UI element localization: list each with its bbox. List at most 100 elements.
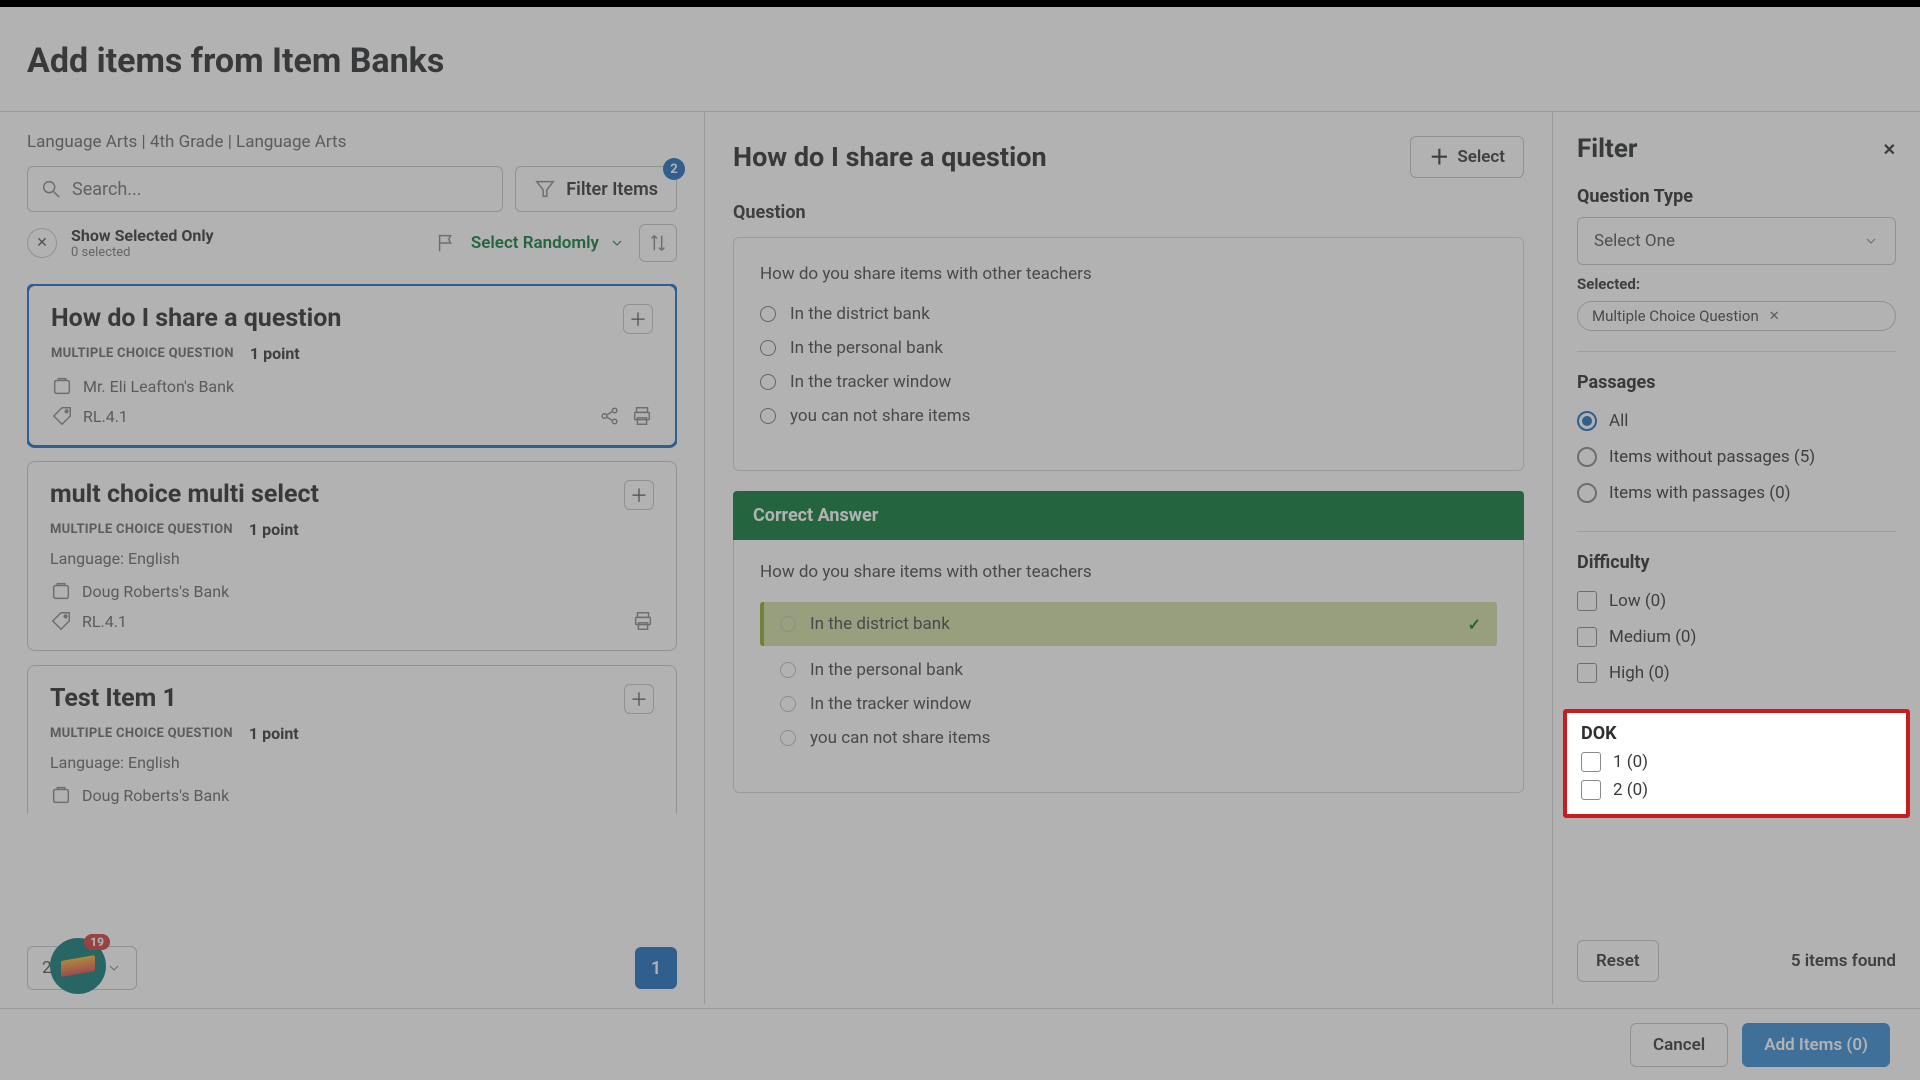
fab-badge: 19 xyxy=(84,934,110,950)
chevron-down-icon xyxy=(106,960,122,976)
breadcrumb: Language Arts | 4th Grade | Language Art… xyxy=(27,132,677,152)
filter-chip[interactable]: Multiple Choice Question ✕ xyxy=(1577,301,1896,331)
radio-icon xyxy=(760,340,776,356)
radio-icon xyxy=(760,306,776,322)
print-icon[interactable] xyxy=(632,610,654,632)
passages-option-with[interactable]: Items with passages (0) xyxy=(1577,483,1896,503)
select-random-label: Select Randomly xyxy=(471,233,599,253)
radio-icon xyxy=(1577,447,1597,467)
answer-option: In the tracker window xyxy=(780,694,1497,714)
radio-icon xyxy=(780,616,796,632)
checkbox-icon xyxy=(1581,752,1601,772)
passages-option-all[interactable]: All xyxy=(1577,411,1896,431)
add-items-button[interactable]: Add Items (0) xyxy=(1742,1023,1890,1067)
filter-panel: Filter ✕ Question Type Select One Select… xyxy=(1553,112,1920,1004)
filter-badge: 2 xyxy=(663,158,685,180)
bank-icon xyxy=(50,580,72,602)
filter-items-label: Filter Items xyxy=(566,179,658,200)
question-option[interactable]: you can not share items xyxy=(760,406,1497,426)
radio-icon xyxy=(1577,483,1597,503)
tag-icon xyxy=(50,610,72,632)
radio-icon xyxy=(780,696,796,712)
page-title: Add items from Item Banks xyxy=(0,7,1920,111)
difficulty-option-low[interactable]: Low (0) xyxy=(1577,591,1896,611)
selected-count: 0 selected xyxy=(71,245,214,260)
passages-option-without[interactable]: Items without passages (5) xyxy=(1577,447,1896,467)
item-title: Test Item 1 xyxy=(50,684,177,713)
select-randomly-button[interactable]: Select Randomly xyxy=(471,233,625,253)
dok-option-1[interactable]: 1 (0) xyxy=(1581,752,1892,772)
sort-button[interactable] xyxy=(639,224,677,262)
filter-icon xyxy=(534,178,556,200)
dok-option-2[interactable]: 2 (0) xyxy=(1581,780,1892,800)
bank-icon xyxy=(50,784,72,806)
chip-label: Multiple Choice Question xyxy=(1592,307,1759,325)
remove-chip-icon[interactable]: ✕ xyxy=(1769,309,1780,324)
item-standard: RL.4.1 xyxy=(83,407,128,426)
checkbox-icon xyxy=(1577,591,1597,611)
modal-footer: Cancel Add Items (0) xyxy=(0,1008,1920,1080)
close-filter-button[interactable]: ✕ xyxy=(1883,140,1896,159)
item-type: MULTIPLE CHOICE QUESTION xyxy=(51,346,234,361)
select-item-button[interactable]: ＋ Select xyxy=(1410,136,1524,178)
print-icon[interactable] xyxy=(631,405,653,427)
item-points: 1 point xyxy=(249,724,299,743)
search-icon xyxy=(40,178,62,200)
item-type: MULTIPLE CHOICE QUESTION xyxy=(50,522,233,537)
items-found-label: 5 items found xyxy=(1791,951,1896,971)
item-bank: Doug Roberts's Bank xyxy=(82,786,229,805)
difficulty-option-high[interactable]: High (0) xyxy=(1577,663,1896,683)
question-type-select[interactable]: Select One xyxy=(1577,217,1896,265)
item-card[interactable]: How do I share a question ＋ MULTIPLE CHO… xyxy=(27,284,677,447)
answer-option: you can not share items xyxy=(780,728,1497,748)
item-standard: RL.4.1 xyxy=(82,612,127,631)
chevron-down-icon xyxy=(609,235,625,251)
sort-icon xyxy=(647,232,669,254)
add-item-button[interactable]: ＋ xyxy=(623,304,653,334)
radio-icon xyxy=(760,408,776,424)
filter-items-button[interactable]: Filter Items 2 xyxy=(515,166,677,212)
search-input-wrapper[interactable] xyxy=(27,166,503,212)
question-type-label: Question Type xyxy=(1577,186,1896,207)
qtype-placeholder: Select One xyxy=(1594,231,1675,251)
question-option[interactable]: In the personal bank xyxy=(760,338,1497,358)
add-item-button[interactable]: ＋ xyxy=(624,684,654,714)
item-card[interactable]: mult choice multi select ＋ MULTIPLE CHOI… xyxy=(27,461,677,651)
item-card[interactable]: Test Item 1 ＋ MULTIPLE CHOICE QUESTION 1… xyxy=(27,665,677,814)
question-text: How do you share items with other teache… xyxy=(760,264,1497,284)
answer-option: In the personal bank xyxy=(780,660,1497,680)
chevron-down-icon xyxy=(1863,233,1879,249)
plus-icon: ＋ xyxy=(1429,147,1449,167)
answer-question-text: How do you share items with other teache… xyxy=(760,562,1497,582)
bank-icon xyxy=(51,375,73,397)
clear-selection-button[interactable]: ✕ xyxy=(27,228,57,258)
preview-title: How do I share a question xyxy=(733,141,1047,173)
item-bank: Mr. Eli Leafton's Bank xyxy=(83,377,234,396)
help-fab[interactable]: 19 xyxy=(50,938,106,994)
reset-filters-button[interactable]: Reset xyxy=(1577,940,1659,982)
select-label: Select xyxy=(1457,147,1505,167)
tag-icon xyxy=(51,405,73,427)
question-box: How do you share items with other teache… xyxy=(733,237,1524,471)
item-type: MULTIPLE CHOICE QUESTION xyxy=(50,726,233,741)
share-icon[interactable] xyxy=(599,405,621,427)
cancel-button[interactable]: Cancel xyxy=(1630,1023,1728,1067)
passages-label: Passages xyxy=(1577,372,1896,393)
item-bank: Doug Roberts's Bank xyxy=(82,582,229,601)
item-title: How do I share a question xyxy=(51,304,341,333)
difficulty-option-medium[interactable]: Medium (0) xyxy=(1577,627,1896,647)
question-option[interactable]: In the tracker window xyxy=(760,372,1497,392)
question-option[interactable]: In the district bank xyxy=(760,304,1497,324)
item-points: 1 point xyxy=(249,520,299,539)
radio-icon xyxy=(760,374,776,390)
item-title: mult choice multi select xyxy=(50,480,319,509)
radio-selected-icon xyxy=(1577,411,1597,431)
question-section-label: Question xyxy=(733,202,1524,223)
checkbox-icon xyxy=(1577,663,1597,683)
correct-answer-header: Correct Answer xyxy=(733,491,1524,540)
add-item-button[interactable]: ＋ xyxy=(624,480,654,510)
page-number-button[interactable]: 1 xyxy=(635,947,677,989)
filter-title: Filter xyxy=(1577,134,1637,164)
search-input[interactable] xyxy=(72,179,490,200)
selected-filters-label: Selected: xyxy=(1577,275,1896,293)
